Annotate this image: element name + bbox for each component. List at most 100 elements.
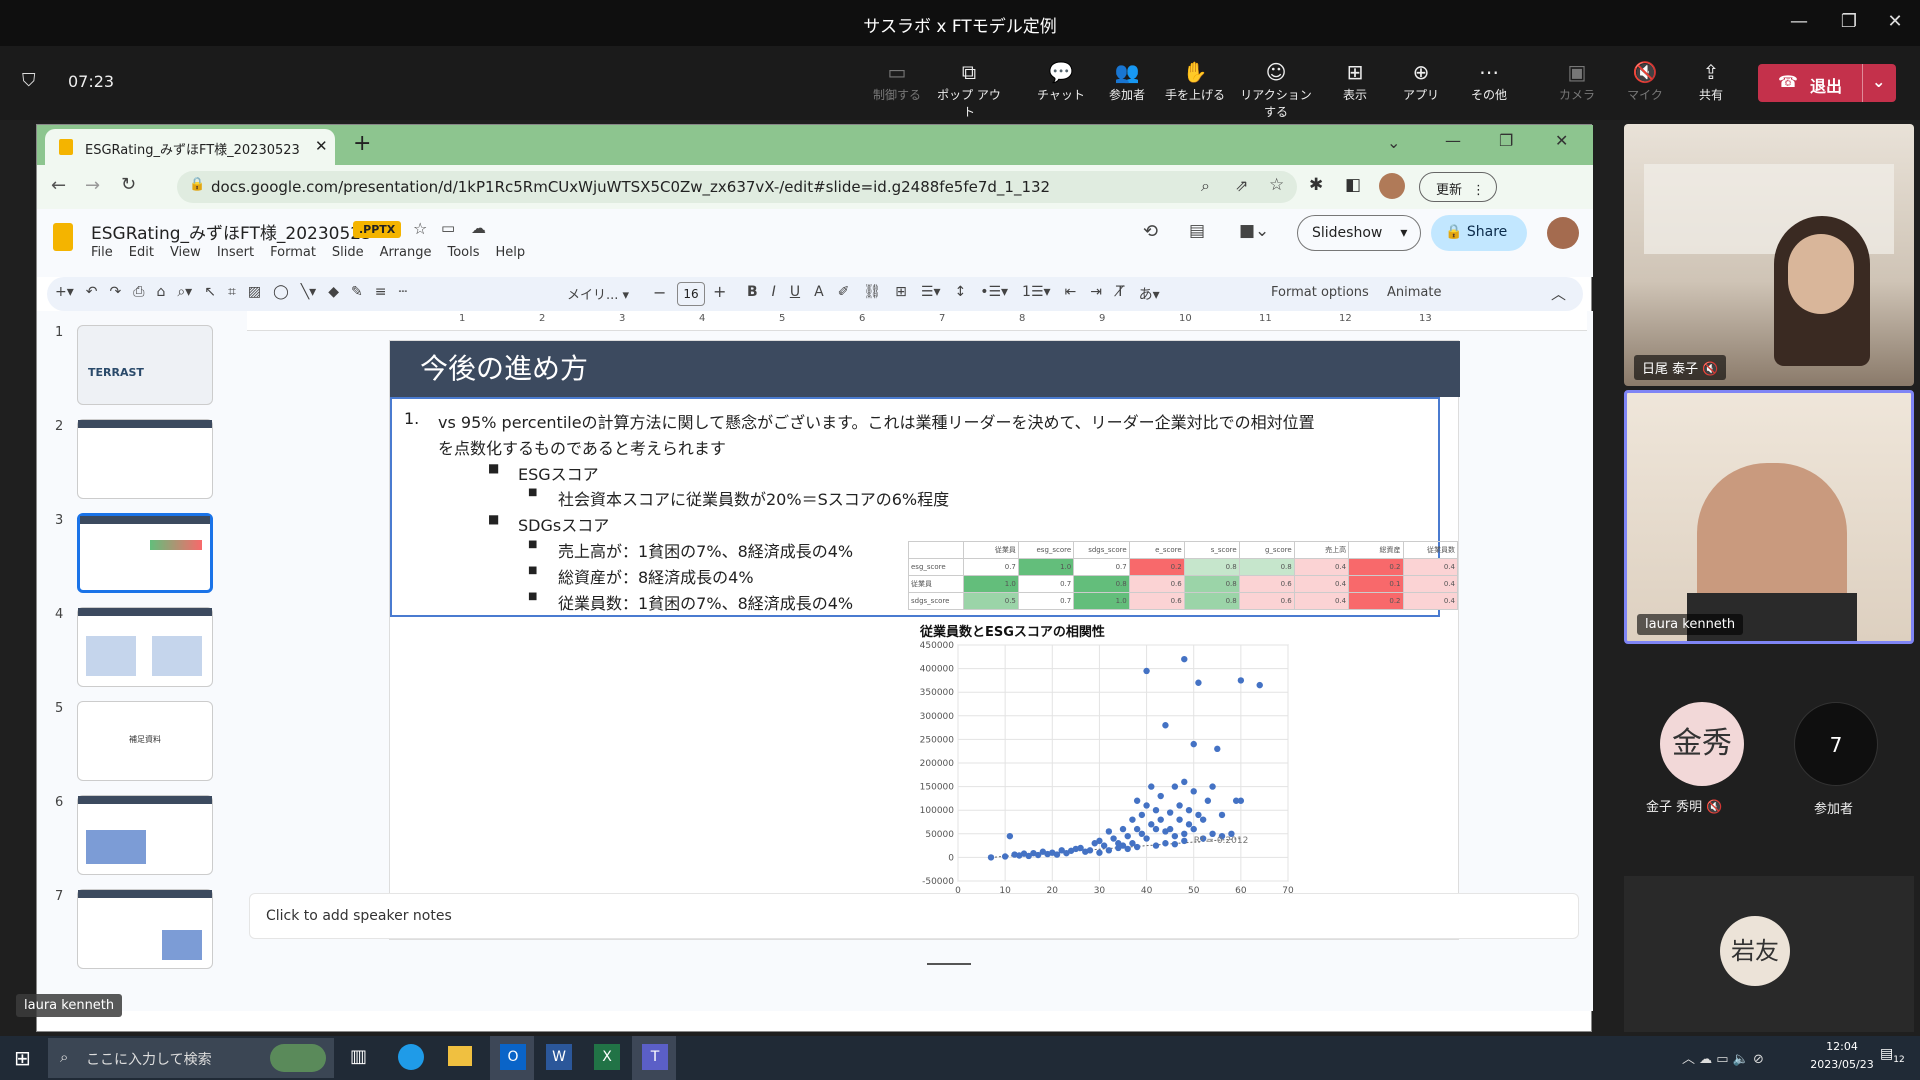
menu-file[interactable]: File (91, 245, 113, 260)
collapse-toolbar-icon[interactable]: ︿ (1551, 283, 1566, 304)
control-button[interactable]: ▭ 制御する (864, 58, 930, 110)
menu-format[interactable]: Format (270, 245, 316, 260)
minimize-icon[interactable]: — (1445, 131, 1461, 150)
extensions-icon[interactable]: ✱ (1309, 175, 1323, 195)
numbered-list-icon[interactable]: 1☰▾ (1022, 284, 1051, 304)
task-view-icon[interactable]: ▥ (350, 1046, 367, 1067)
url-field[interactable]: 🔒 docs.google.com/presentation/d/1kP1Rc5… (177, 171, 1297, 203)
update-button[interactable]: 更新 ⋮ (1419, 172, 1497, 202)
underline-icon[interactable]: U (790, 284, 800, 304)
select-icon[interactable]: ↖ (204, 284, 216, 300)
clear-format-icon[interactable]: T̸ (1116, 284, 1125, 304)
star-icon[interactable]: ☆ (413, 219, 427, 238)
slide-thumbnail-2[interactable] (77, 419, 213, 499)
history-icon[interactable]: ⟲ (1143, 221, 1158, 242)
paint-format-icon[interactable]: ⌂ (156, 284, 165, 300)
slide-thumbnail-3[interactable] (77, 513, 213, 593)
teams-tile[interactable]: T (632, 1036, 676, 1080)
tray-icons[interactable]: ︿ ☁ ▭ 🔈 ⊘ (1682, 1048, 1764, 1067)
redo-icon[interactable]: ↷ (110, 284, 122, 300)
font-size-field[interactable]: 16 (677, 282, 705, 306)
border-weight-icon[interactable]: ≡ (375, 284, 387, 300)
align-icon[interactable]: ☰▾ (921, 284, 941, 304)
textbox-icon[interactable]: ⌗ (228, 284, 236, 300)
close-icon[interactable]: ✕ (1555, 131, 1568, 150)
zoom-icon[interactable]: ⌕ (1201, 176, 1210, 196)
animate-button[interactable]: Animate (1387, 285, 1441, 300)
border-color-icon[interactable]: ✎ (351, 284, 363, 300)
indent-increase-icon[interactable]: ⇥ (1090, 284, 1102, 304)
link-icon[interactable]: ⛓ (863, 284, 881, 304)
star-icon[interactable]: ☆ (1269, 175, 1284, 195)
zoom-icon[interactable]: ⌕▾ (177, 284, 192, 300)
raise-hand-button[interactable]: ✋ 手を上げる (1162, 58, 1228, 110)
clock-date[interactable]: 2023/05/23 (1808, 1058, 1876, 1071)
line-icon[interactable]: ╲▾ (301, 284, 316, 300)
move-folder-icon[interactable]: ▭ (441, 219, 455, 237)
view-button[interactable]: ⊞ 表示 (1322, 58, 1388, 110)
forward-icon[interactable]: → (85, 175, 100, 196)
indent-decrease-icon[interactable]: ⇤ (1065, 284, 1077, 304)
clock-time[interactable]: 12:04 (1808, 1040, 1876, 1053)
participants-button[interactable]: 👥 参加者 (1094, 58, 1160, 110)
resize-handle[interactable] (927, 963, 971, 965)
fill-color-icon[interactable]: ◆ (328, 284, 339, 300)
word-icon[interactable]: W (546, 1044, 572, 1070)
menu-edit[interactable]: Edit (129, 245, 154, 260)
share-screen-button[interactable]: ⇪ 共有 (1678, 58, 1744, 110)
menu-arrange[interactable]: Arrange (380, 245, 432, 260)
new-tab-icon[interactable]: + (353, 131, 371, 156)
back-icon[interactable]: ← (51, 175, 66, 196)
line-spacing-icon[interactable]: ↕ (954, 284, 966, 304)
reaction-button[interactable]: ☺ リアクションする (1236, 58, 1316, 119)
slide-title[interactable]: 今後の進め方 (420, 347, 588, 387)
notification-icon[interactable]: ▤12 (1880, 1046, 1905, 1065)
outlook-tile[interactable]: O (490, 1036, 534, 1080)
input-tools-icon[interactable]: あ▾ (1139, 284, 1160, 304)
explorer-icon[interactable] (448, 1046, 472, 1066)
participant-video-2[interactable]: laura kenneth (1624, 390, 1914, 644)
bulleted-list-icon[interactable]: •☰▾ (980, 284, 1008, 304)
image-icon[interactable]: ▨ (248, 284, 261, 300)
excel-icon[interactable]: X (594, 1044, 620, 1070)
undo-icon[interactable]: ↶ (86, 284, 98, 300)
minimize-icon[interactable]: — (1784, 10, 1814, 34)
tab-close-icon[interactable]: ✕ (315, 137, 328, 155)
edge-icon[interactable] (398, 1044, 424, 1070)
text-color-icon[interactable]: A (814, 284, 824, 304)
font-family-select[interactable]: メイリ... ▾ (567, 284, 629, 303)
mic-button[interactable]: 🔇 マイク (1612, 58, 1678, 110)
chat-button[interactable]: 💬 チャット (1028, 58, 1094, 110)
participant-tile[interactable]: 岩友 (1624, 876, 1914, 1032)
increase-font-icon[interactable]: + (713, 282, 726, 301)
restore-icon[interactable]: ❐ (1499, 131, 1513, 150)
browser-tab[interactable]: ESGRating_みずほFT様_20230523 ✕ (45, 129, 335, 165)
sidepanel-icon[interactable]: ◧ (1345, 175, 1361, 195)
menu-help[interactable]: Help (496, 245, 526, 260)
slide-thumbnail-5[interactable]: 補足資料 (77, 701, 213, 781)
user-avatar[interactable] (1547, 217, 1579, 249)
share-button[interactable]: 🔒 Share (1431, 215, 1527, 251)
menu-insert[interactable]: Insert (217, 245, 254, 260)
slide-thumbnail-4[interactable] (77, 607, 213, 687)
comments-icon[interactable]: ▤ (1189, 221, 1205, 241)
popout-button[interactable]: ⧉ ポップ アウト (936, 58, 1002, 119)
menu-tools[interactable]: Tools (447, 245, 479, 260)
highlight-icon[interactable]: ✐ (838, 284, 850, 304)
new-slide-icon[interactable]: +▾ (55, 284, 74, 300)
print-icon[interactable]: ⎙ (133, 284, 144, 300)
share-page-icon[interactable]: ⇗ (1235, 176, 1248, 195)
meet-icon[interactable]: ■⌄ (1239, 221, 1269, 241)
slide-thumbnail-7[interactable] (77, 889, 213, 969)
apps-button[interactable]: ⊕ アプリ (1388, 58, 1454, 110)
slide-canvas[interactable]: 今後の進め方 1. vs 95% percentileの計算方法に関して懸念がご… (389, 340, 1460, 940)
cloud-icon[interactable]: ☁ (471, 219, 486, 237)
document-title[interactable]: ESGRating_みずほFT様_20230523 (91, 219, 372, 244)
comment-icon[interactable]: ⊞ (895, 284, 907, 304)
shape-icon[interactable]: ◯ (273, 284, 289, 300)
maximize-icon[interactable]: ❐ (1834, 10, 1864, 34)
border-dash-icon[interactable]: ┄ (398, 284, 406, 300)
chevron-down-icon[interactable]: ⌄ (1872, 72, 1885, 91)
slide-thumbnail-1[interactable]: TERRAST (77, 325, 213, 405)
windows-start-icon[interactable]: ⊞ (14, 1046, 31, 1070)
